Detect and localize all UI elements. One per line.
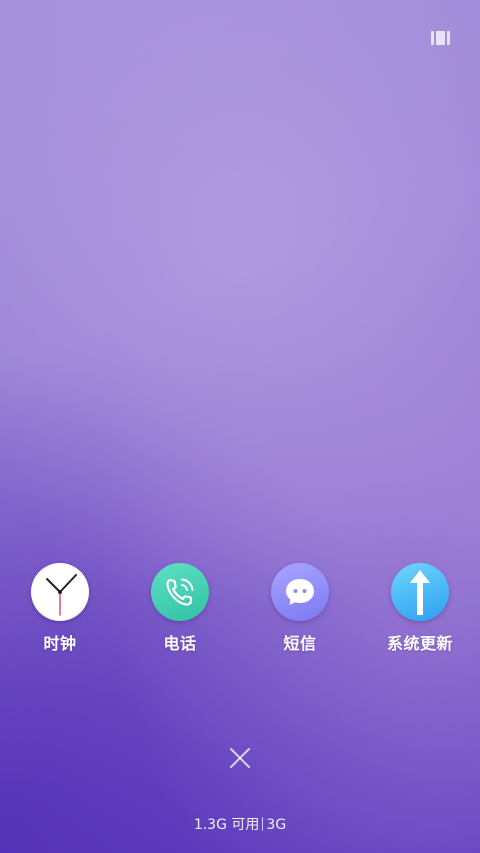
multi-window-icon-right (447, 31, 450, 45)
phone-icon (151, 563, 209, 621)
memory-status: 1.3G 可用 3G (0, 815, 480, 835)
update-arrow-icon (391, 563, 449, 621)
clock-icon (31, 563, 89, 621)
memory-total: 3G (266, 817, 287, 833)
message-icon (271, 563, 329, 621)
app-label-messages: 短信 (283, 634, 317, 653)
recent-app-messages[interactable]: 短信 (240, 563, 360, 654)
app-label-phone: 电话 (163, 634, 197, 653)
multi-window-button[interactable] (431, 31, 450, 45)
memory-divider (262, 817, 264, 831)
app-label-clock: 时钟 (43, 634, 77, 653)
app-label-system-update: 系统更新 (386, 634, 453, 653)
multi-window-icon (431, 31, 434, 45)
recent-app-system-update[interactable]: 系统更新 (360, 563, 480, 654)
memory-available: 1.3G 可用 (193, 817, 260, 833)
recent-app-clock[interactable]: 时钟 (0, 563, 120, 654)
multi-window-icon-center (436, 31, 445, 45)
recent-app-phone[interactable]: 电话 (120, 563, 240, 654)
clear-all-button[interactable] (229, 747, 251, 769)
close-icon (230, 748, 250, 768)
recent-apps-row: 时钟 电话 短信 系统更新 (0, 563, 480, 654)
